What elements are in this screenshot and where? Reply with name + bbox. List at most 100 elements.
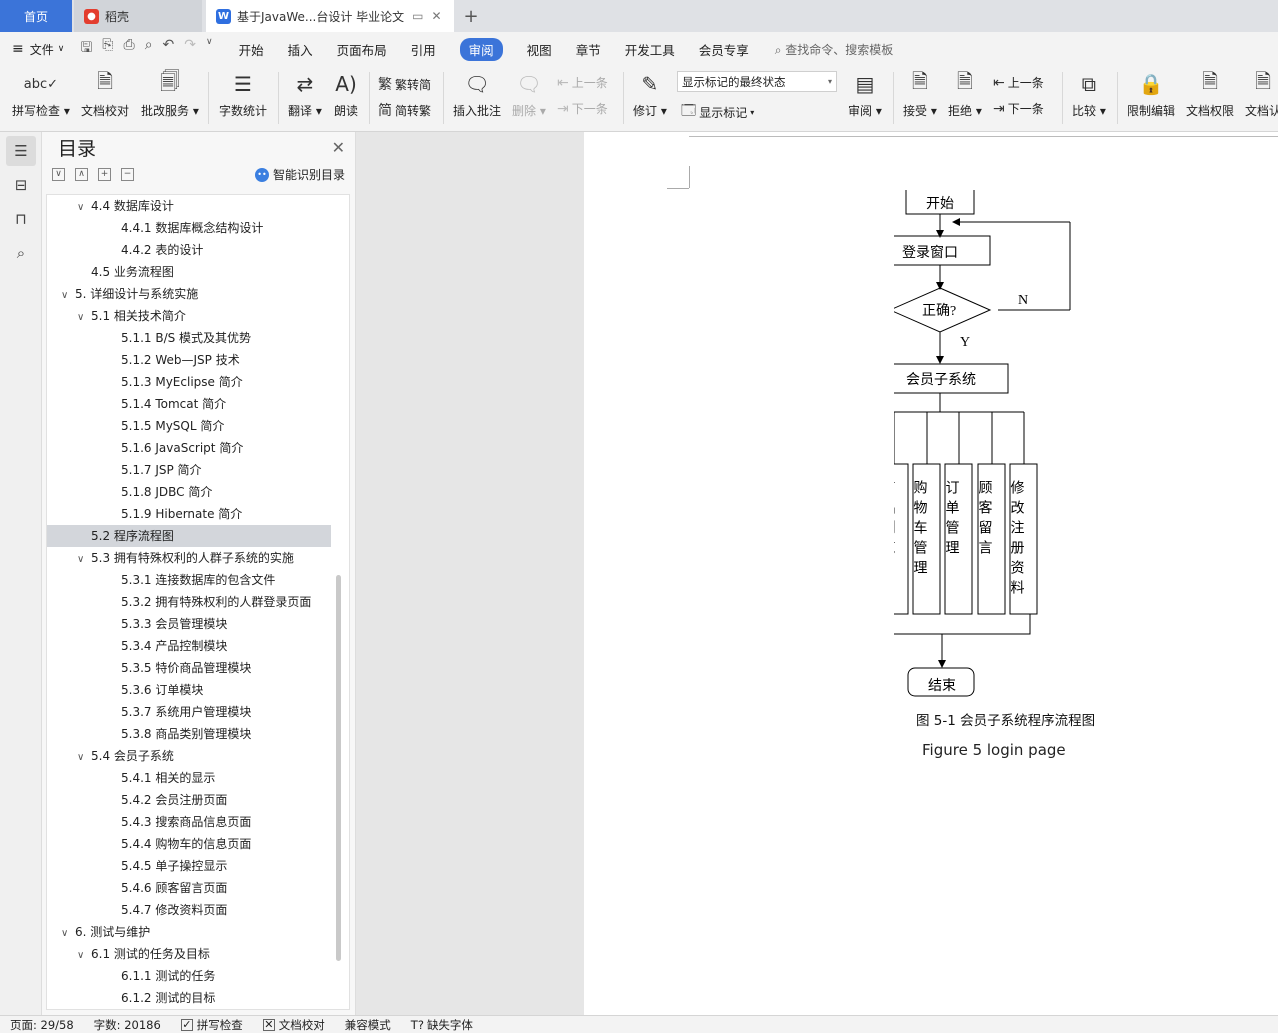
toc-item[interactable]: 5.3.8 商品类别管理模块: [47, 723, 331, 745]
more-icon[interactable]: ∨: [206, 37, 213, 61]
prev-change-button[interactable]: ⇤ 上一条: [993, 74, 1044, 91]
toc-item[interactable]: 5.3.4 产品控制模块: [47, 635, 331, 657]
tab-daoke[interactable]: ● 稻壳: [74, 0, 202, 32]
save-icon[interactable]: 🖫: [80, 37, 92, 61]
toc-item[interactable]: 5.3.1 连接数据库的包含文件: [47, 569, 331, 591]
menu-start[interactable]: 开始: [239, 40, 264, 59]
toc-item[interactable]: ∨ 5.4 会员子系统: [47, 745, 331, 767]
close-icon[interactable]: ✕: [332, 138, 345, 157]
delete-comment-button[interactable]: 🗨 删除 ▾: [512, 66, 546, 119]
reject-button[interactable]: 🗎 拒绝 ▾: [948, 66, 982, 119]
toc-item[interactable]: 5.3.6 订单模块: [47, 679, 331, 701]
toc-item[interactable]: 5.2 程序流程图: [47, 525, 331, 547]
toc-item[interactable]: 5.4.6 顾客留言页面: [47, 877, 331, 899]
remove-level-icon[interactable]: −: [121, 167, 134, 181]
toc-item[interactable]: 5.4.4 购物车的信息页面: [47, 833, 331, 855]
chevron-down-icon[interactable]: ∨: [61, 285, 75, 307]
accept-button[interactable]: 🗎 接受 ▾: [903, 66, 937, 119]
next-change-button[interactable]: ⇥ 下一条: [993, 100, 1044, 117]
toc-item[interactable]: 5.1.3 MyEclipse 简介: [47, 371, 331, 393]
toc-item[interactable]: 5.4.1 相关的显示: [47, 767, 331, 789]
menu-member[interactable]: 会员专享: [699, 40, 749, 59]
toc-item[interactable]: 5.1.2 Web—JSP 技术: [47, 349, 331, 371]
toc-item[interactable]: 4.4.1 数据库概念结构设计: [47, 217, 331, 239]
smart-toc-button[interactable]: •• 智能识别目录: [254, 166, 345, 183]
toc-item[interactable]: 5.3.7 系统用户管理模块: [47, 701, 331, 723]
print-icon[interactable]: ⎙: [123, 37, 134, 61]
revision-service-button[interactable]: 🗐 批改服务 ▾: [141, 66, 199, 119]
outline-icon[interactable]: ⊟: [6, 170, 36, 200]
bookmark-icon[interactable]: ⊓: [6, 204, 36, 234]
simp-to-trad-button[interactable]: 简 简转繁: [378, 100, 431, 120]
toc-item[interactable]: 5.1.9 Hibernate 简介: [47, 503, 331, 525]
word-count-indicator[interactable]: 字数: 20186: [94, 1017, 161, 1033]
chevron-down-icon[interactable]: ∨: [77, 197, 91, 219]
menu-insert[interactable]: 插入: [288, 40, 313, 59]
file-menu[interactable]: ≡ 文件 ∨: [12, 41, 64, 58]
toc-item[interactable]: 6.1.2 测试的目标: [47, 987, 331, 1009]
chevron-down-icon[interactable]: ∨: [77, 307, 91, 329]
show-markup-button[interactable]: 🗔 显示标记 ▾: [681, 100, 754, 124]
toc-item[interactable]: 4.4.2 表的设计: [47, 239, 331, 261]
export-pdf-icon[interactable]: ⎘: [102, 37, 113, 61]
command-search[interactable]: ⌕ 查找命令、搜索模板: [775, 41, 894, 58]
markup-state-select[interactable]: 显示标记的最终状态 ▾: [677, 71, 837, 92]
add-level-icon[interactable]: +: [98, 167, 111, 181]
toc-item[interactable]: ∨ 5.1 相关技术简介: [47, 305, 331, 327]
toc-item[interactable]: 5.4.7 修改资料页面: [47, 899, 331, 921]
toc-item[interactable]: 5.3.3 会员管理模块: [47, 613, 331, 635]
print-preview-icon[interactable]: ⌕: [145, 37, 153, 61]
trad-to-simp-button[interactable]: 繁 繁转简: [378, 74, 431, 94]
status-spell-check[interactable]: ✓ 拼写检查: [180, 1017, 243, 1033]
toc-item[interactable]: 5.4.5 单子操控显示: [47, 855, 331, 877]
toc-item[interactable]: 5.1.7 JSP 简介: [47, 459, 331, 481]
review-pane-button[interactable]: ▤ 审阅 ▾: [848, 66, 882, 119]
chevron-down-icon[interactable]: ∨: [77, 549, 91, 571]
toc-item[interactable]: 5.1.5 MySQL 简介: [47, 415, 331, 437]
toc-item[interactable]: 5.1.1 B/S 模式及其优势: [47, 327, 331, 349]
expand-icon[interactable]: ∨: [52, 167, 65, 181]
toc-item[interactable]: 4.5 业务流程图: [47, 261, 331, 283]
translate-button[interactable]: ⇄ 翻译 ▾: [288, 66, 322, 119]
menu-review[interactable]: 审阅: [459, 37, 503, 61]
tab-close-icon[interactable]: ✕: [432, 9, 442, 23]
tab-float-icon[interactable]: ▭: [412, 9, 423, 23]
chevron-down-icon[interactable]: ∨: [77, 747, 91, 769]
doc-proof-button[interactable]: 🗎 文档校对: [81, 66, 129, 119]
toc-scrollbar[interactable]: [336, 575, 341, 961]
collapse-icon[interactable]: ∧: [75, 167, 88, 181]
chevron-down-icon[interactable]: ∨: [77, 945, 91, 967]
tab-home[interactable]: 首页: [0, 0, 72, 32]
menu-page-layout[interactable]: 页面布局: [337, 40, 387, 59]
read-aloud-button[interactable]: A) 朗读: [334, 66, 358, 119]
chevron-down-icon[interactable]: ∨: [61, 923, 75, 945]
undo-icon[interactable]: ↶: [163, 37, 175, 61]
toc-item[interactable]: 5.1.4 Tomcat 简介: [47, 393, 331, 415]
restrict-edit-button[interactable]: 🔒 限制编辑: [1127, 66, 1175, 119]
doc-cert-button[interactable]: 🗎 文档认: [1245, 66, 1278, 119]
menu-references[interactable]: 引用: [411, 40, 436, 59]
insert-comment-button[interactable]: 🗨 插入批注: [453, 66, 501, 119]
menu-developer[interactable]: 开发工具: [625, 40, 675, 59]
menu-view[interactable]: 视图: [527, 40, 552, 59]
search-icon[interactable]: ⌕: [6, 238, 36, 268]
toc-item[interactable]: ∨ 5. 详细设计与系统实施: [47, 283, 331, 305]
toc-item[interactable]: ∨ 4.4 数据库设计: [47, 195, 331, 217]
toc-item[interactable]: 5.1.6 JavaScript 简介: [47, 437, 331, 459]
doc-permission-button[interactable]: 🗎 文档权限: [1186, 66, 1234, 119]
tab-document[interactable]: W 基于JavaWe...台设计 毕业论文 ▭ ✕: [206, 0, 454, 32]
toc-item[interactable]: 5.4.3 搜索商品信息页面: [47, 811, 331, 833]
document-page[interactable]: 开始 登录窗口 正确? N Y 会员子系统 结束 会员注册商品浏览购物车管理订单…: [584, 132, 1278, 1015]
next-comment-button[interactable]: ⇥ 下一条: [557, 100, 608, 117]
toc-item[interactable]: 5.1.8 JDBC 简介: [47, 481, 331, 503]
missing-font[interactable]: T? 缺失字体: [411, 1017, 473, 1033]
toc-item[interactable]: ∨ 5.3 拥有特殊权利的人群子系统的实施: [47, 547, 331, 569]
word-count-button[interactable]: ☰ 字数统计: [219, 66, 267, 119]
toc-item[interactable]: 6.1.1 测试的任务: [47, 965, 331, 987]
spell-check-button[interactable]: abc✓ 拼写检查 ▾: [12, 66, 70, 119]
toc-item[interactable]: 5.3.2 拥有特殊权利的人群登录页面: [47, 591, 331, 613]
toc-item[interactable]: ∨ 6.1 测试的任务及目标: [47, 943, 331, 965]
menu-section[interactable]: 章节: [576, 40, 601, 59]
prev-comment-button[interactable]: ⇤ 上一条: [557, 74, 608, 91]
redo-icon[interactable]: ↷: [184, 37, 196, 61]
